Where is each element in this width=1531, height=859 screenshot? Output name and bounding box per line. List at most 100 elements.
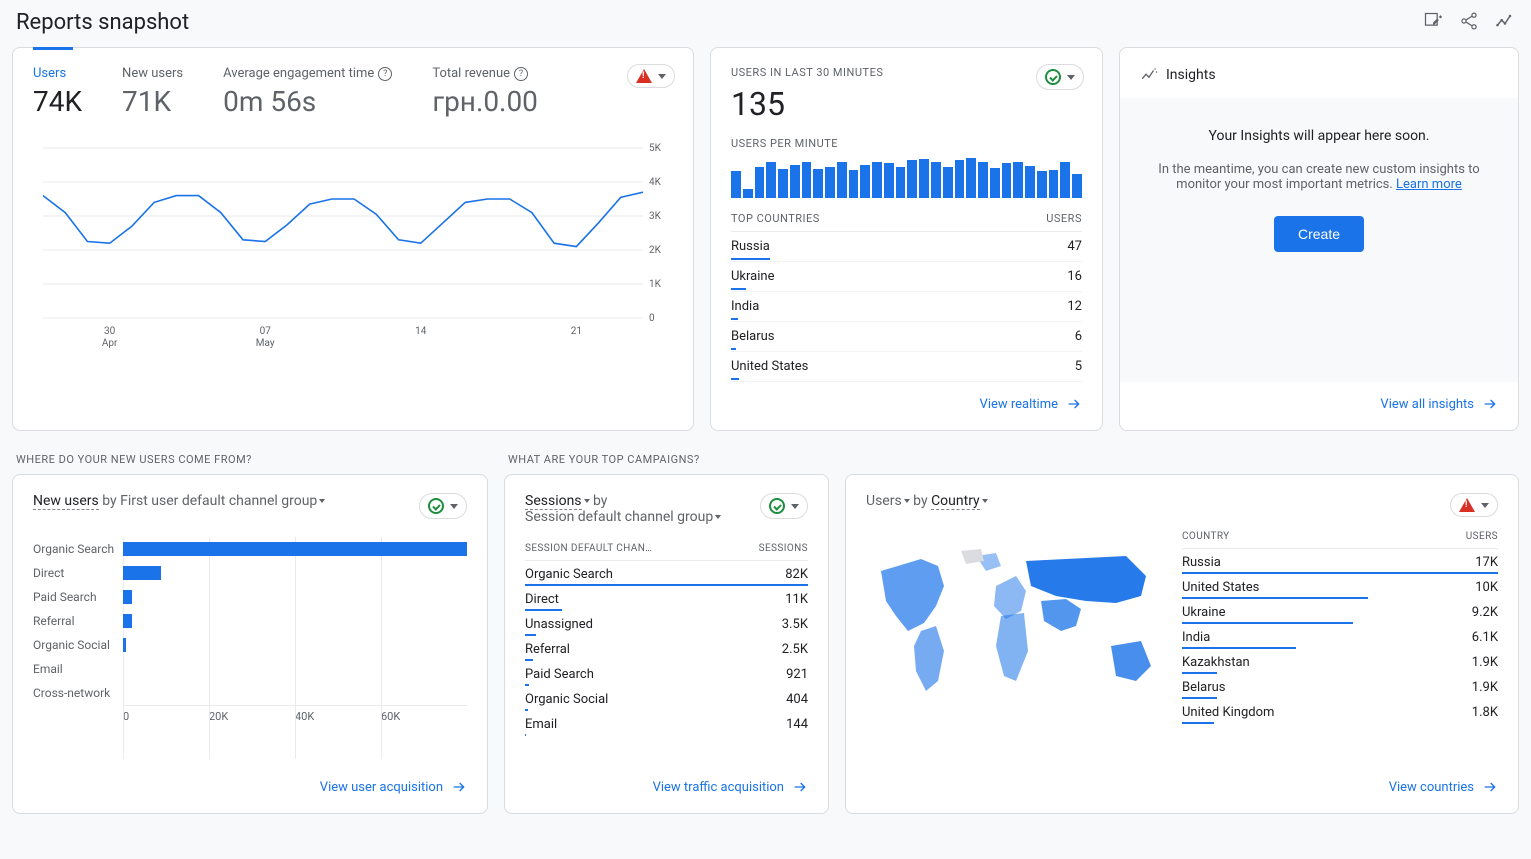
- metric-value: грн.0.00: [432, 85, 538, 118]
- chevron-down-icon: [319, 499, 325, 503]
- svg-text:30: 30: [104, 326, 116, 337]
- section-label-campaigns: WHAT ARE YOUR TOP CAMPAIGNS?: [508, 453, 829, 466]
- view-traffic-acquisition-link[interactable]: View traffic acquisition: [525, 779, 808, 795]
- bar-row: Referral: [33, 609, 467, 633]
- view-countries-link[interactable]: View countries: [866, 779, 1498, 795]
- view-realtime-link[interactable]: View realtime: [731, 396, 1082, 412]
- header-actions: [1423, 11, 1515, 35]
- table-row: Russia17K: [1182, 549, 1498, 574]
- status-chip[interactable]: [1450, 493, 1498, 517]
- metric-revenue[interactable]: Total revenue ? грн.0.00: [432, 66, 538, 118]
- check-icon: [1045, 69, 1061, 85]
- chevron-down-icon: [658, 74, 666, 79]
- chevron-down-icon: [791, 504, 799, 509]
- table-row: Ukraine16: [731, 262, 1082, 292]
- acquisition-card: New users by First user default channel …: [12, 474, 488, 814]
- metric-new-users[interactable]: New users 71K: [122, 66, 183, 118]
- svg-text:3K: 3K: [649, 211, 662, 222]
- info-icon: ?: [514, 67, 528, 81]
- countries-title[interactable]: Users by Country: [866, 493, 988, 509]
- svg-text:2K: 2K: [649, 245, 662, 256]
- chevron-down-icon: [450, 504, 458, 509]
- status-chip[interactable]: [760, 493, 808, 519]
- insights-submessage: In the meantime, you can create new cust…: [1144, 162, 1494, 192]
- metric-users[interactable]: Users 74K: [33, 66, 82, 118]
- table-row: India6.1K: [1182, 624, 1498, 649]
- sessions-title[interactable]: Sessions by Session default channel grou…: [525, 493, 721, 525]
- status-chip[interactable]: [1036, 64, 1084, 90]
- metric-engagement[interactable]: Average engagement time ? 0m 56s: [223, 66, 392, 118]
- realtime-table-header: TOP COUNTRIESUSERS: [731, 212, 1082, 232]
- table-row: Organic Social404: [525, 686, 808, 711]
- view-all-insights-link[interactable]: View all insights: [1140, 396, 1498, 412]
- metric-value: 74K: [33, 85, 82, 118]
- table-row: Organic Search82K: [525, 561, 808, 586]
- status-chip[interactable]: [419, 493, 467, 519]
- chevron-down-icon: [1481, 503, 1489, 508]
- check-icon: [769, 498, 785, 514]
- chevron-down-icon: [715, 515, 721, 519]
- acquisition-title[interactable]: New users by First user default channel …: [33, 493, 325, 509]
- svg-text:1K: 1K: [649, 279, 662, 290]
- arrow-right-icon: [792, 779, 808, 795]
- bar-row: Paid Search: [33, 585, 467, 609]
- create-button[interactable]: Create: [1274, 216, 1364, 252]
- realtime-card: USERS IN LAST 30 MINUTES 135 USERS PER M…: [710, 47, 1103, 431]
- table-row: India12: [731, 292, 1082, 322]
- table-row: Unassigned3.5K: [525, 611, 808, 636]
- table-row: United States10K: [1182, 574, 1498, 599]
- bar-row: Organic Search: [33, 537, 467, 561]
- table-row: Ukraine9.2K: [1182, 599, 1498, 624]
- insights-message: Your Insights will appear here soon.: [1209, 128, 1430, 144]
- insights-sparkle-icon: [1140, 66, 1158, 84]
- countries-table-header: COUNTRYUSERS: [1182, 531, 1498, 549]
- arrow-right-icon: [451, 779, 467, 795]
- acquisition-bar-chart: Organic SearchDirectPaid SearchReferralO…: [33, 537, 467, 779]
- status-chip[interactable]: [627, 64, 675, 88]
- chevron-down-icon: [1067, 75, 1075, 80]
- metric-label: Average engagement time ?: [223, 66, 392, 81]
- insights-icon[interactable]: [1495, 11, 1515, 35]
- table-row: Email144: [525, 711, 808, 736]
- table-row: Paid Search921: [525, 661, 808, 686]
- countries-card: Users by Country: [845, 474, 1519, 814]
- overview-card: Users 74K New users 71K Average engageme…: [12, 47, 694, 431]
- customize-icon[interactable]: [1423, 11, 1443, 35]
- table-row: Direct11K: [525, 586, 808, 611]
- share-icon[interactable]: [1459, 11, 1479, 35]
- realtime-sublabel: USERS PER MINUTE: [731, 137, 1082, 150]
- page-title: Reports snapshot: [16, 10, 189, 35]
- bar-row: Organic Social: [33, 633, 467, 657]
- chevron-down-icon: [982, 499, 988, 503]
- insights-card: Insights Your Insights will appear here …: [1119, 47, 1519, 431]
- sessions-table-header: SESSION DEFAULT CHAN…SESSIONS: [525, 535, 808, 561]
- warning-icon: [1459, 498, 1475, 512]
- users-line-chart: 01K2K3K4K5K30Apr07May1421: [33, 138, 673, 358]
- metric-label: New users: [122, 66, 183, 81]
- arrow-right-icon: [1482, 396, 1498, 412]
- table-row: United Kingdom1.8K: [1182, 699, 1498, 724]
- insights-heading: Insights: [1140, 66, 1498, 84]
- bar-row: Email: [33, 657, 467, 681]
- info-icon: ?: [378, 67, 392, 81]
- warning-icon: [636, 69, 652, 83]
- arrow-right-icon: [1482, 779, 1498, 795]
- learn-more-link[interactable]: Learn more: [1396, 177, 1462, 192]
- bar-row: Cross-network: [33, 681, 467, 705]
- metric-value: 0m 56s: [223, 85, 392, 118]
- svg-text:May: May: [256, 338, 275, 349]
- table-row: Belarus1.9K: [1182, 674, 1498, 699]
- metric-label: Total revenue ?: [432, 66, 538, 81]
- arrow-right-icon: [1066, 396, 1082, 412]
- users-per-minute-chart: [731, 158, 1082, 198]
- svg-text:14: 14: [415, 326, 427, 337]
- table-row: Russia47: [731, 232, 1082, 262]
- bar-row: Direct: [33, 561, 467, 585]
- metric-label: Users: [33, 66, 82, 81]
- svg-text:Apr: Apr: [102, 338, 118, 349]
- world-map: [866, 531, 1166, 779]
- svg-text:21: 21: [571, 326, 582, 337]
- svg-text:0: 0: [649, 313, 655, 324]
- check-icon: [428, 498, 444, 514]
- view-user-acquisition-link[interactable]: View user acquisition: [33, 779, 467, 795]
